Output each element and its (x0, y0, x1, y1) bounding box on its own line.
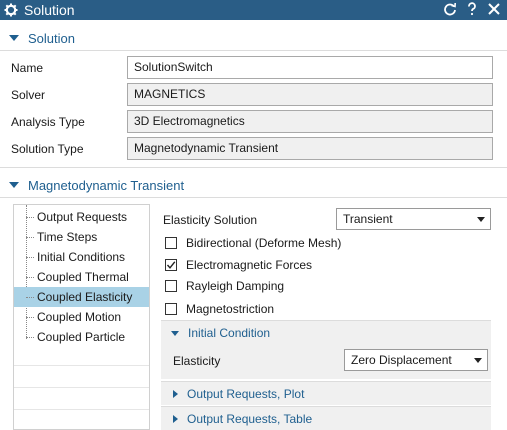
elasticity-solution-label: Elasticity Solution (163, 213, 258, 227)
expand-triangle-icon[interactable] (173, 415, 178, 423)
transient-section-title: Magnetodynamic Transient (28, 177, 185, 193)
tree-empty-row (14, 365, 149, 366)
tree-item-label: Output Requests (37, 210, 128, 224)
tree-item-initial-conditions[interactable]: Initial Conditions (14, 247, 149, 267)
chevron-down-icon (474, 358, 482, 363)
output-requests-plot-header[interactable]: Output Requests, Plot (161, 382, 491, 406)
tree-item-coupled-particle[interactable]: Coupled Particle (14, 327, 149, 347)
collapse-triangle-icon[interactable] (171, 330, 179, 336)
name-field[interactable]: SolutionSwitch (127, 56, 493, 79)
checkbox-label: Magnetostriction (186, 302, 275, 316)
tree-item-label: Time Steps (37, 230, 98, 244)
collapse-triangle-icon[interactable] (9, 35, 19, 41)
magnetostriction-checkbox-row[interactable]: Magnetostriction (165, 300, 274, 318)
reset-icon[interactable] (443, 2, 457, 16)
name-label: Name (11, 61, 44, 75)
elasticity-solution-value: Transient (343, 212, 393, 226)
solution-tree: Output Requests Time Steps Initial Condi… (13, 204, 150, 430)
tree-item-label: Coupled Elasticity (37, 290, 133, 304)
initial-condition-title: Initial Condition (188, 326, 271, 340)
tree-item-coupled-elasticity[interactable]: Coupled Elasticity (14, 287, 149, 307)
elasticity-solution-dropdown[interactable]: Transient (336, 208, 491, 230)
solution-section-title: Solution (28, 30, 75, 46)
tree-item-label: Coupled Thermal (37, 270, 129, 284)
tree-item-label: Initial Conditions (37, 250, 126, 264)
magnetostriction-checkbox[interactable] (165, 303, 177, 315)
scrollbar-track[interactable] (491, 204, 507, 430)
tree-item-output-requests[interactable]: Output Requests (14, 207, 149, 227)
close-icon[interactable] (487, 2, 501, 16)
transient-section-header[interactable]: Magnetodynamic Transient (0, 173, 507, 197)
solution-type-field: Magnetodynamic Transient (127, 137, 493, 160)
chevron-down-icon (477, 217, 485, 222)
rayleigh-damping-checkbox-row[interactable]: Rayleigh Damping (165, 277, 284, 295)
tree-item-time-steps[interactable]: Time Steps (14, 227, 149, 247)
divider (0, 167, 507, 168)
tree-empty-row (14, 387, 149, 388)
bidirectional-checkbox-row[interactable]: Bidirectional (Deforme Mesh) (165, 234, 341, 252)
initial-elasticity-dropdown[interactable]: Zero Displacement (344, 349, 488, 371)
output-requests-table-title: Output Requests, Table (187, 412, 313, 426)
initial-condition-header[interactable]: Initial Condition (161, 321, 491, 345)
window-title: Solution (24, 2, 75, 18)
solver-label: Solver (11, 88, 46, 102)
expand-triangle-icon[interactable] (173, 390, 178, 398)
tree-item-coupled-motion[interactable]: Coupled Motion (14, 307, 149, 327)
rayleigh-damping-checkbox[interactable] (165, 280, 177, 292)
solution-type-label: Solution Type (11, 142, 84, 156)
tree-item-label: Coupled Motion (37, 310, 122, 324)
divider (0, 50, 507, 51)
tree-empty-row (14, 409, 149, 410)
tree-item-label: Coupled Particle (37, 330, 126, 344)
bidirectional-checkbox[interactable] (165, 237, 177, 249)
electromagnetic-forces-checkbox[interactable] (165, 259, 177, 271)
output-requests-plot-title: Output Requests, Plot (187, 387, 305, 401)
divider (0, 197, 507, 198)
solution-section-header[interactable]: Solution (0, 26, 507, 50)
title-bar: Solution (0, 0, 507, 20)
checkmark-icon (166, 261, 176, 269)
output-requests-table-panel[interactable]: Output Requests, Table (161, 406, 491, 430)
initial-elasticity-value: Zero Displacement (351, 353, 452, 367)
checkbox-label: Bidirectional (Deforme Mesh) (186, 236, 342, 250)
checkbox-label: Electromagnetic Forces (186, 258, 313, 272)
analysis-type-label: Analysis Type (11, 115, 85, 129)
elasticity-label: Elasticity (173, 354, 221, 368)
checkbox-label: Rayleigh Damping (186, 279, 285, 293)
analysis-type-field: 3D Electromagnetics (127, 110, 493, 133)
solver-field: MAGNETICS (127, 83, 493, 106)
electromagnetic-forces-checkbox-row[interactable]: Electromagnetic Forces (165, 256, 312, 274)
output-requests-plot-panel[interactable]: Output Requests, Plot (161, 381, 491, 405)
gear-icon[interactable] (4, 3, 18, 17)
output-requests-table-header[interactable]: Output Requests, Table (161, 407, 491, 430)
help-icon[interactable] (465, 2, 479, 16)
tree-item-coupled-thermal[interactable]: Coupled Thermal (14, 267, 149, 287)
initial-condition-panel: Initial Condition Elasticity Zero Displa… (161, 320, 491, 379)
collapse-triangle-icon[interactable] (9, 182, 19, 188)
